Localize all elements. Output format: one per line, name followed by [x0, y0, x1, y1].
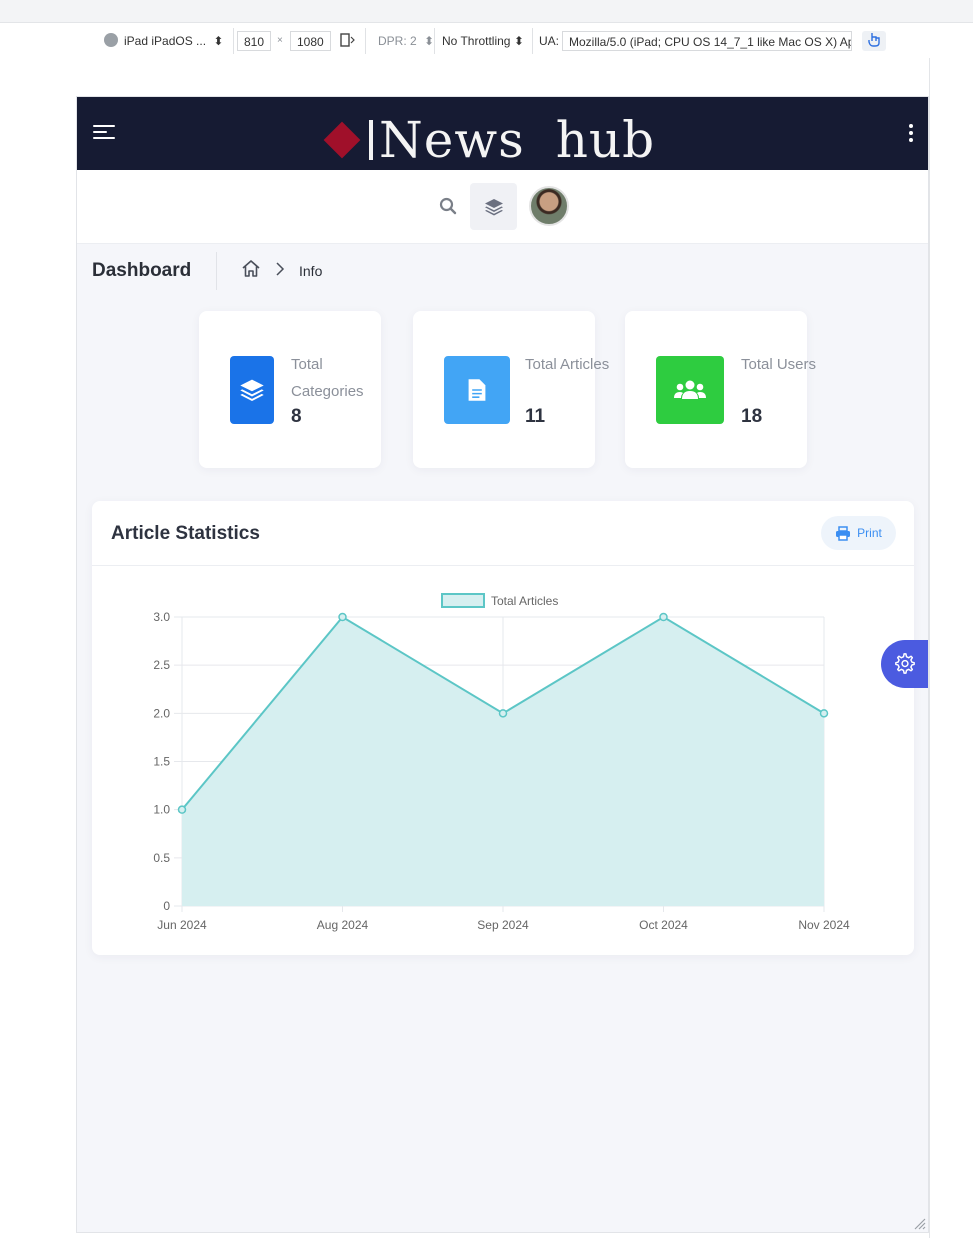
card-header: Article Statistics Print: [92, 501, 914, 566]
printer-icon: [836, 525, 851, 541]
dropdown-arrows-icon: ⬍: [213, 34, 224, 48]
logo-divider: [369, 120, 373, 160]
y-tick-label: 0.5: [153, 851, 170, 865]
legend-label: Total Articles: [491, 594, 558, 608]
x-tick-label: Oct 2024: [639, 918, 688, 932]
stat-value: 8: [291, 406, 302, 427]
print-label: Print: [857, 526, 882, 540]
breadcrumb-current[interactable]: Info: [299, 263, 322, 279]
y-tick-label: 3.0: [153, 610, 170, 624]
x-tick-label: Nov 2024: [798, 918, 850, 932]
y-tick-label: 1.0: [153, 803, 170, 817]
print-button[interactable]: Print: [821, 516, 896, 550]
settings-button[interactable]: [881, 640, 928, 688]
x-tick-label: Jun 2024: [157, 918, 207, 932]
layers-icon: [240, 379, 264, 402]
data-point: [338, 612, 347, 622]
toolbar: [77, 170, 928, 244]
y-tick-label: 2.0: [153, 706, 170, 720]
layers-button[interactable]: [470, 183, 517, 230]
data-point: [177, 805, 187, 814]
menu-toggle-icon[interactable]: [93, 125, 117, 143]
stat-label: Total Users: [741, 356, 817, 373]
stat-label: Total Articles: [525, 356, 610, 373]
y-tick-label: 2.5: [153, 658, 170, 672]
data-point: [659, 612, 668, 622]
top-navbar: News hub: [77, 97, 928, 170]
touch-icon[interactable]: [862, 31, 886, 51]
width-input[interactable]: 810: [237, 31, 272, 51]
data-point: [498, 709, 508, 718]
data-point: [819, 709, 829, 718]
dropdown-arrows-icon: ⬍: [424, 34, 435, 48]
y-tick-label: 0: [163, 899, 170, 913]
stat-card-articles[interactable]: Total Articles 11: [413, 311, 609, 468]
breadcrumb-divider: [216, 252, 217, 290]
site-logo[interactable]: News hub: [323, 111, 656, 169]
ua-label: UA:: [539, 34, 560, 48]
emulated-viewport: News hub Dashboard Info Total Categories…: [76, 96, 929, 1233]
card-title: Article Statistics: [111, 523, 260, 544]
y-tick-label: 1.5: [153, 755, 170, 769]
home-icon[interactable]: [241, 259, 261, 279]
users-icon: [674, 380, 706, 399]
throttling-select[interactable]: No Throttling ⬍: [442, 31, 524, 51]
frame-border: [929, 58, 930, 1238]
height-input[interactable]: 1080: [290, 31, 331, 51]
user-avatar[interactable]: [529, 186, 569, 226]
stat-value: 18: [741, 406, 763, 427]
line-chart: 0 0.5 1.0 1.5 2.0 2.5 3.0 Jun 2024 Aug 2024 Sep 2…: [153, 593, 850, 932]
legend-swatch: [441, 593, 485, 608]
stat-card-users[interactable]: Total Users 18: [625, 311, 816, 468]
gear-icon: [895, 653, 915, 674]
x-tick-label: Sep 2024: [477, 918, 529, 932]
article-statistics-card: Article Statistics Print 0 0.5 1.0 1.5 2.0 2.…: [92, 501, 914, 955]
chevron-right-icon: [276, 262, 285, 276]
document-icon: [468, 379, 486, 401]
more-options-icon[interactable]: [908, 124, 914, 144]
x-tick-label: Aug 2024: [317, 918, 369, 932]
breadcrumb: Dashboard Info: [77, 244, 928, 296]
times-sign: ×: [277, 35, 283, 46]
stat-icon-bg: [656, 356, 724, 424]
page-title: Dashboard: [92, 260, 192, 281]
layers-icon: [484, 198, 503, 215]
dropdown-arrows-icon: ⬍: [513, 34, 524, 48]
stat-card-categories[interactable]: Total Categories 8: [199, 311, 381, 468]
stat-icon-bg: [444, 356, 510, 424]
resize-handle-icon[interactable]: [912, 1216, 926, 1230]
dpr-select[interactable]: DPR: 2 ⬍: [378, 31, 434, 51]
stat-label: Total Categories: [291, 356, 364, 400]
rotate-icon[interactable]: [339, 31, 355, 51]
logo-text: News hub: [379, 111, 656, 169]
device-icon: [104, 33, 118, 47]
ua-input[interactable]: Mozilla/5.0 (iPad; CPU OS 14_7_1 like Ma…: [562, 31, 852, 51]
search-icon[interactable]: [439, 197, 457, 215]
stat-value: 11: [525, 406, 546, 427]
device-select[interactable]: iPad iPadOS ... ⬍: [104, 31, 223, 51]
stat-icon-bg: [230, 356, 274, 424]
logo-diamond-icon: [323, 121, 361, 159]
